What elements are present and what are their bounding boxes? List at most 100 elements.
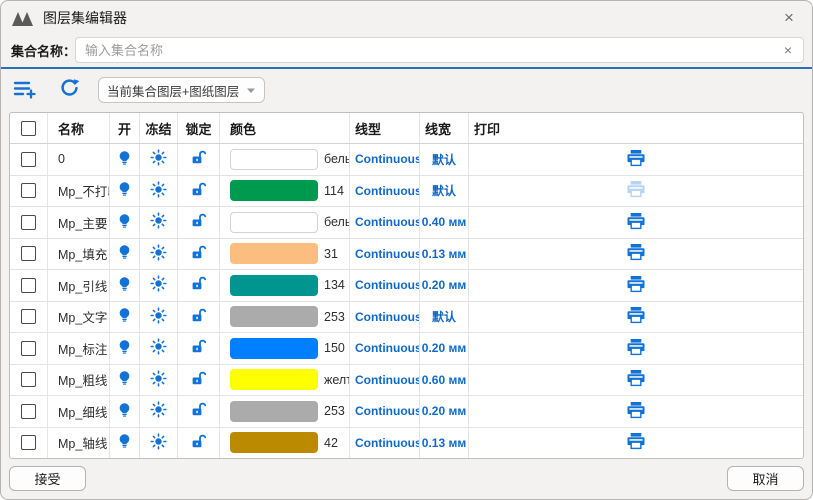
lineweight-value[interactable]: 0.20 мм xyxy=(422,278,466,292)
layer-freeze-toggle[interactable] xyxy=(150,212,167,232)
layer-on-toggle[interactable] xyxy=(117,433,132,452)
clear-input-icon[interactable]: × xyxy=(778,40,798,60)
layer-on-toggle[interactable] xyxy=(117,276,132,295)
color-swatch[interactable] xyxy=(230,306,318,327)
sun-icon xyxy=(150,433,167,453)
lineweight-value[interactable]: 默认 xyxy=(432,308,456,325)
color-swatch[interactable] xyxy=(230,275,318,296)
layer-on-toggle[interactable] xyxy=(117,150,132,169)
layer-print-toggle[interactable] xyxy=(626,338,646,359)
row-checkbox[interactable] xyxy=(21,309,36,324)
layer-on-toggle[interactable] xyxy=(117,370,132,389)
color-swatch[interactable] xyxy=(230,369,318,390)
linetype-value[interactable]: Continuous xyxy=(355,404,420,418)
color-swatch[interactable] xyxy=(230,401,318,422)
linetype-value[interactable]: Continuous xyxy=(355,247,420,261)
color-label: 42 xyxy=(324,436,338,450)
layer-print-toggle[interactable] xyxy=(626,275,646,296)
layer-on-toggle[interactable] xyxy=(117,307,132,326)
layer-freeze-toggle[interactable] xyxy=(150,433,167,453)
header-name: 名称 xyxy=(48,113,110,143)
layer-on-toggle[interactable] xyxy=(117,244,132,263)
row-checkbox[interactable] xyxy=(21,404,36,419)
layer-lock-toggle[interactable] xyxy=(190,244,207,264)
linetype-value[interactable]: Continuous xyxy=(355,152,420,166)
color-label: желтый xyxy=(324,373,350,387)
row-checkbox[interactable] xyxy=(21,246,36,261)
layer-print-toggle[interactable] xyxy=(626,212,646,233)
layer-lock-toggle[interactable] xyxy=(190,307,207,327)
layer-print-toggle[interactable] xyxy=(626,306,646,327)
cancel-button[interactable]: 取消 xyxy=(727,466,804,491)
row-checkbox[interactable] xyxy=(21,215,36,230)
color-swatch[interactable] xyxy=(230,243,318,264)
color-label: 114 xyxy=(324,184,344,198)
layer-print-toggle[interactable] xyxy=(626,180,646,201)
layer-print-toggle[interactable] xyxy=(626,243,646,264)
layer-freeze-toggle[interactable] xyxy=(150,149,167,169)
linetype-value[interactable]: Continuous xyxy=(355,215,420,229)
layer-print-toggle[interactable] xyxy=(626,401,646,422)
close-icon[interactable]: × xyxy=(776,5,802,31)
lineweight-value[interactable]: 0.60 мм xyxy=(422,373,466,387)
color-swatch[interactable] xyxy=(230,180,318,201)
printer-icon xyxy=(626,180,646,201)
layer-on-toggle[interactable] xyxy=(117,339,132,358)
lineweight-value[interactable]: 0.13 мм xyxy=(422,247,466,261)
linetype-value[interactable]: Continuous xyxy=(355,184,420,198)
linetype-value[interactable]: Continuous xyxy=(355,310,420,324)
layer-lock-toggle[interactable] xyxy=(190,181,207,201)
row-checkbox[interactable] xyxy=(21,183,36,198)
lineweight-value[interactable]: 默认 xyxy=(432,151,456,168)
layer-lock-toggle[interactable] xyxy=(190,149,207,169)
lineweight-value[interactable]: 0.40 мм xyxy=(422,215,466,229)
table-row: Mp_主要 xyxy=(10,206,803,238)
row-checkbox[interactable] xyxy=(21,278,36,293)
layer-print-toggle[interactable] xyxy=(626,369,646,390)
layer-freeze-toggle[interactable] xyxy=(150,307,167,327)
color-swatch[interactable] xyxy=(230,432,318,453)
layer-on-toggle[interactable] xyxy=(117,181,132,200)
layer-on-toggle[interactable] xyxy=(117,213,132,232)
row-checkbox[interactable] xyxy=(21,341,36,356)
select-all-checkbox[interactable] xyxy=(21,121,36,136)
color-swatch[interactable] xyxy=(230,212,318,233)
layer-lock-toggle[interactable] xyxy=(190,433,207,453)
layer-freeze-toggle[interactable] xyxy=(150,244,167,264)
table-header-row: 名称 开 冻结 锁定 颜色 线型 线宽 打印 xyxy=(10,113,803,144)
layer-lock-toggle[interactable] xyxy=(190,338,207,358)
set-name-input[interactable] xyxy=(75,37,804,63)
add-layer-set-button[interactable] xyxy=(11,77,39,104)
layer-lock-toggle[interactable] xyxy=(190,275,207,295)
sun-icon xyxy=(150,244,167,264)
layer-lock-toggle[interactable] xyxy=(190,401,207,421)
layer-freeze-toggle[interactable] xyxy=(150,401,167,421)
refresh-button[interactable] xyxy=(57,76,82,104)
layer-filter-dropdown[interactable]: 当前集合图层+图纸图层 xyxy=(98,77,265,103)
linetype-value[interactable]: Continuous xyxy=(355,341,420,355)
row-checkbox[interactable] xyxy=(21,372,36,387)
layer-name: 0 xyxy=(58,152,65,166)
layer-lock-toggle[interactable] xyxy=(190,212,207,232)
lineweight-value[interactable]: 默认 xyxy=(432,182,456,199)
layer-print-toggle[interactable] xyxy=(626,432,646,453)
color-swatch[interactable] xyxy=(230,338,318,359)
layer-freeze-toggle[interactable] xyxy=(150,275,167,295)
layer-freeze-toggle[interactable] xyxy=(150,370,167,390)
row-checkbox[interactable] xyxy=(21,435,36,450)
layer-freeze-toggle[interactable] xyxy=(150,338,167,358)
accept-button[interactable]: 接受 xyxy=(9,466,86,491)
linetype-value[interactable]: Continuous xyxy=(355,373,420,387)
lineweight-value[interactable]: 0.20 мм xyxy=(422,404,466,418)
lightbulb-icon xyxy=(117,276,132,295)
color-swatch[interactable] xyxy=(230,149,318,170)
layer-freeze-toggle[interactable] xyxy=(150,181,167,201)
layer-print-toggle[interactable] xyxy=(626,149,646,170)
linetype-value[interactable]: Continuous xyxy=(355,278,420,292)
layer-on-toggle[interactable] xyxy=(117,402,132,421)
lineweight-value[interactable]: 0.20 мм xyxy=(422,341,466,355)
layer-lock-toggle[interactable] xyxy=(190,370,207,390)
row-checkbox[interactable] xyxy=(21,152,36,167)
lineweight-value[interactable]: 0.13 мм xyxy=(422,436,466,450)
linetype-value[interactable]: Continuous xyxy=(355,436,420,450)
